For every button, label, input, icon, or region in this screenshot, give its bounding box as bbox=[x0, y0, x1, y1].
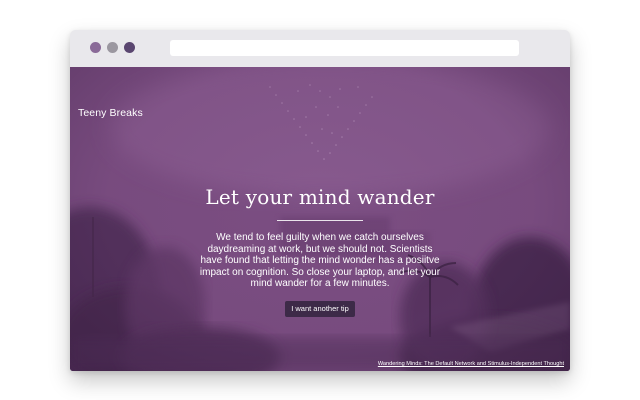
address-bar[interactable] bbox=[170, 40, 519, 56]
headline-divider bbox=[277, 220, 363, 221]
tip-card: Let your mind wander We tend to feel gui… bbox=[70, 185, 570, 317]
brand-logo[interactable]: Teeny Breaks bbox=[78, 107, 143, 119]
minimize-window-button[interactable] bbox=[107, 42, 118, 53]
browser-toolbar bbox=[70, 30, 570, 67]
browser-window: Teeny Breaks Let your mind wander We ten… bbox=[70, 30, 570, 371]
another-tip-button[interactable]: I want another tip bbox=[285, 300, 355, 317]
tip-body: We tend to feel guilty when we catch our… bbox=[199, 232, 441, 290]
page-viewport: Teeny Breaks Let your mind wander We ten… bbox=[70, 67, 570, 371]
close-window-button[interactable] bbox=[90, 42, 101, 53]
tip-headline: Let your mind wander bbox=[205, 185, 435, 209]
source-link[interactable]: Wandering Minds: The Default Network and… bbox=[378, 361, 564, 367]
maximize-window-button[interactable] bbox=[124, 42, 135, 53]
